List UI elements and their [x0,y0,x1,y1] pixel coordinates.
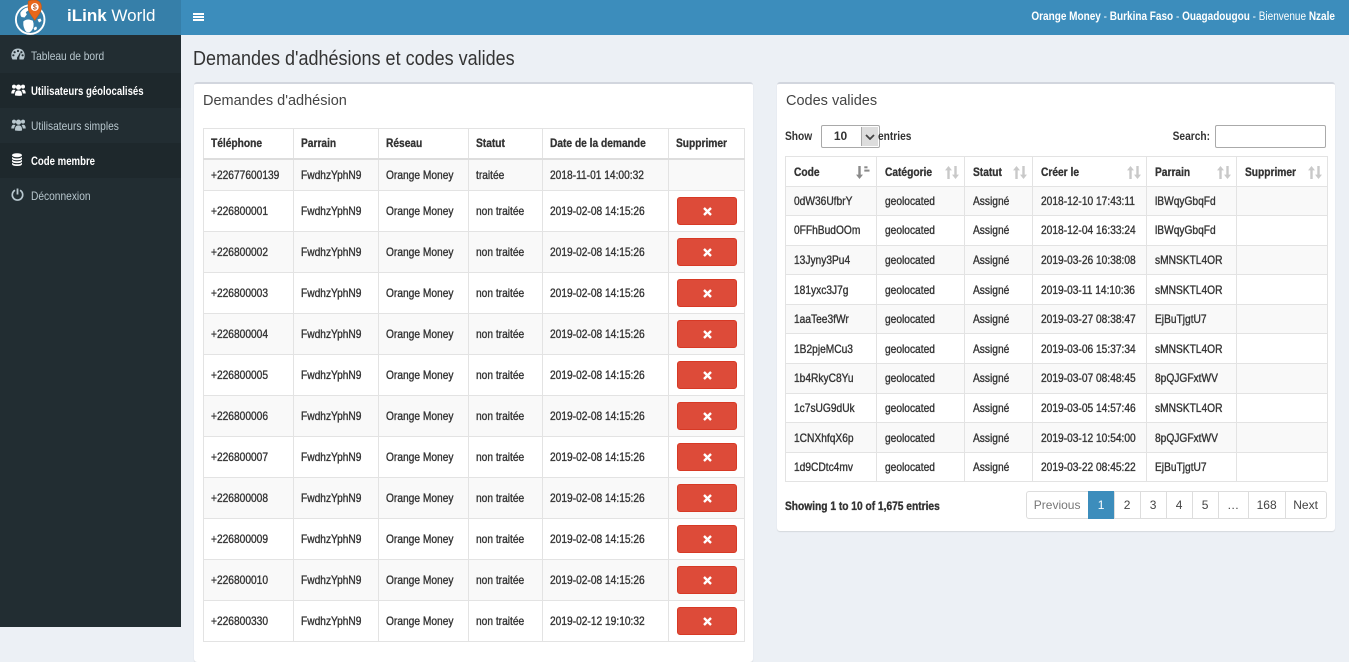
svg-text:$: $ [33,5,37,12]
